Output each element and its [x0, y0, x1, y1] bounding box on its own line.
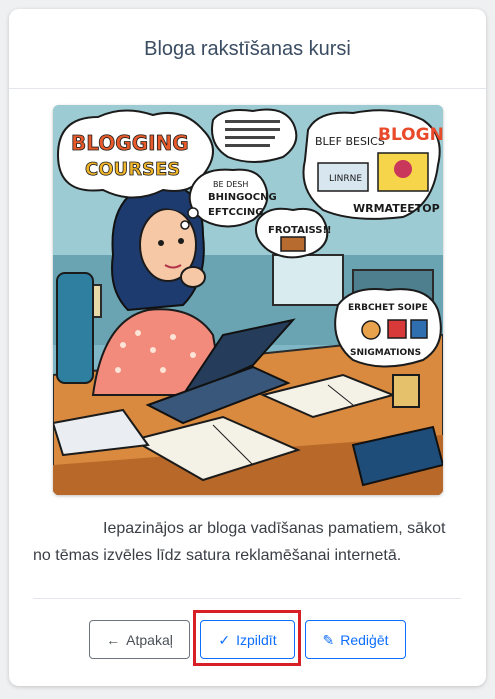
cloud-title-line1: BLOGGING	[71, 131, 189, 155]
task-description: Iepazinājos ar bloga vadīšanas pamatiem,…	[33, 520, 446, 564]
blogging-illustration: BLOGGING COURSES BLEF BESICS BLOGN LINRN…	[53, 105, 443, 495]
arrow-left-icon: ←	[106, 631, 121, 648]
cloud-bottom-line1: ERBCHET SOIPE	[348, 303, 428, 313]
footer-divider	[33, 598, 461, 599]
cloud-right-label: LINRNE	[329, 174, 362, 184]
bubble-left-line3: EFTCCING	[208, 207, 263, 218]
bubble-center: FROTAISS!!	[268, 225, 332, 236]
back-button-label: Atpakaļ	[126, 631, 173, 648]
cloud-right-sub: BLEF BESICS	[315, 135, 385, 148]
highlight-box	[193, 610, 301, 666]
edit-button-label: Rediģēt	[340, 631, 389, 648]
cloud-right-title: BLOGN	[378, 125, 443, 145]
task-card: Bloga rakstīšanas kursi BLOGGING COURSES…	[9, 9, 486, 686]
card-header: Bloga rakstīšanas kursi	[9, 9, 486, 89]
cloud-right-caption: WRMATEETOP	[353, 202, 440, 215]
cloud-title-line2: COURSES	[85, 159, 180, 180]
pencil-icon: ✎	[322, 631, 335, 648]
cloud-bottom-line2: SNIGMATIONS	[350, 348, 421, 358]
bubble-left-line1: BE DESH	[213, 180, 248, 189]
back-button[interactable]: ← Atpakaļ	[89, 620, 190, 659]
bubble-left-line2: BHINGOCNG	[208, 192, 277, 203]
edit-button[interactable]: ✎ Rediģēt	[305, 620, 406, 659]
card-title: Bloga rakstīšanas kursi	[144, 38, 351, 60]
